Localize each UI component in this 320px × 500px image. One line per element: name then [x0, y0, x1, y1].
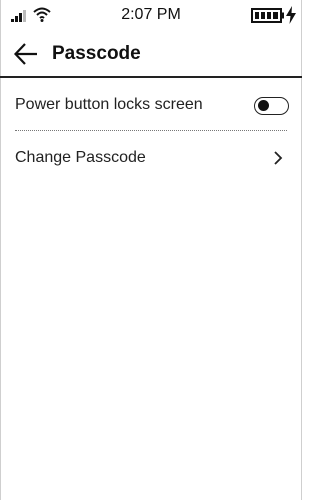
change-passcode-row[interactable]: Change Passcode [0, 136, 302, 182]
power-button-lock-toggle[interactable] [254, 97, 289, 115]
setting-label: Change Passcode [15, 149, 146, 166]
app-header: Passcode [0, 30, 302, 78]
page-title: Passcode [52, 43, 141, 64]
toggle-knob [258, 100, 269, 111]
power-button-locks-screen-row[interactable]: Power button locks screen [0, 82, 302, 130]
chevron-right-icon [274, 151, 283, 165]
charging-bolt-icon [286, 6, 296, 24]
divider [15, 130, 287, 131]
arrow-left-icon[interactable] [13, 41, 39, 67]
setting-label: Power button locks screen [15, 96, 203, 113]
status-bar: 2:07 PM [0, 0, 302, 30]
battery-icon [251, 8, 284, 23]
